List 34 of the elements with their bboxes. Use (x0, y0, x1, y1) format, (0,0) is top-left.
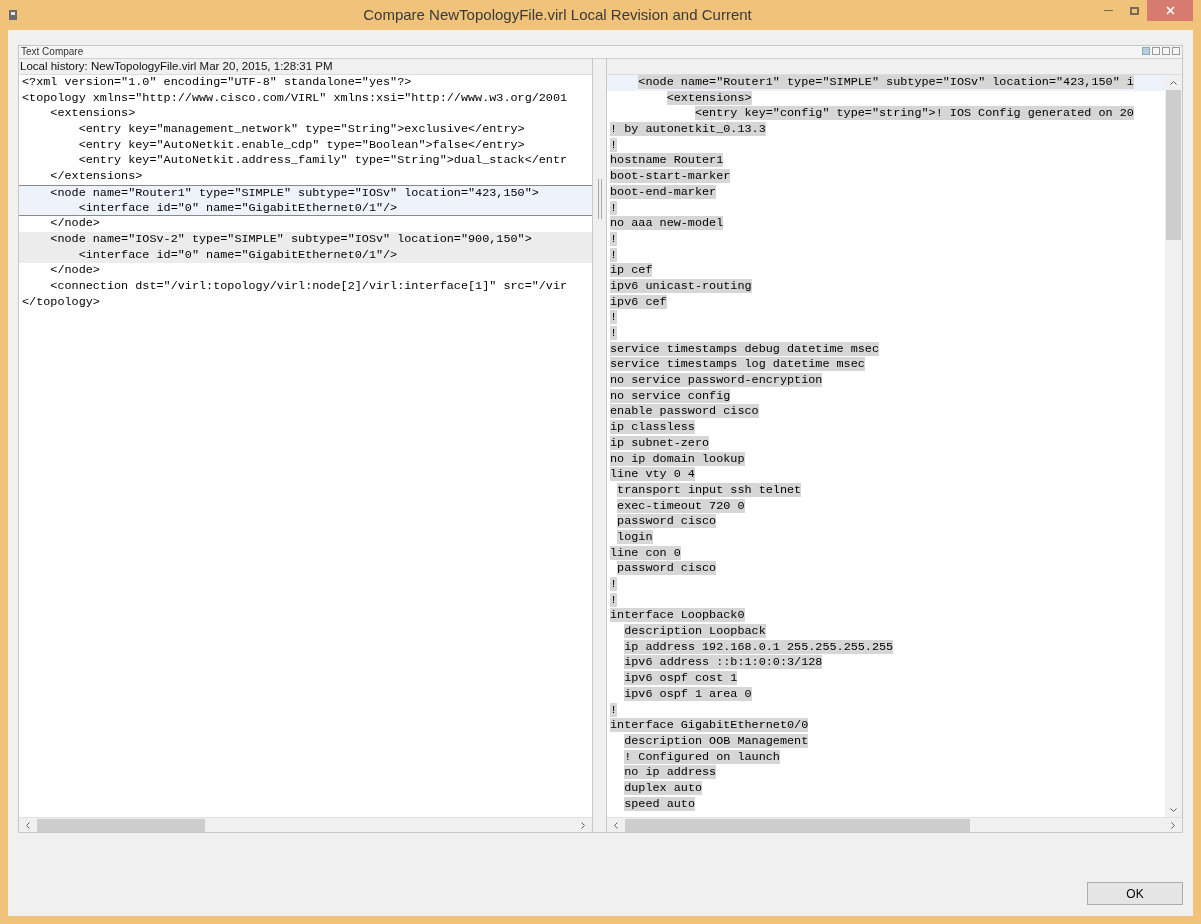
code-line: </node> (49, 263, 100, 278)
code-line: <node name="Router1" type="SIMPLE" subtype="IOSv" location="423,150"> (49, 185, 539, 200)
scroll-up-icon[interactable] (1170, 80, 1177, 85)
code-line: <node name="IOSv-2" type="SIMPLE" subtype="IOSv" location="900,150"> (49, 231, 532, 246)
vertical-scrollbar[interactable] (1165, 75, 1182, 817)
code-line: </topology> (22, 294, 100, 309)
code-line: <extensions> (49, 106, 136, 121)
code-line: <interface id="0" name="GigabitEthernet0/1"/> (77, 200, 398, 215)
scroll-thumb[interactable] (625, 818, 970, 832)
code-line: <connection dst="/virl:topology/virl:node[2]/virl:interface[1]" src="/vir (49, 278, 568, 293)
scroll-thumb[interactable] (1166, 90, 1181, 240)
scroll-down-icon[interactable] (1170, 807, 1177, 812)
code-line: <entry key="management_network" type="String">exclusive</entry> (77, 122, 525, 137)
code-line: <entry key="AutoNetkit.address_family" type="String">dual_stack</entr (77, 153, 568, 168)
code-line: <?xml version="1.0" encoding="UTF-8" standalone="yes"?> (22, 75, 412, 89)
code-line: </node> (49, 216, 100, 231)
code-line: <entry key="AutoNetkit.enable_cdp" type="Boolean">false</entry> (77, 137, 525, 152)
close-icon (1165, 6, 1175, 15)
code-line: <interface id="0" name="GigabitEthernet0/1"/> (77, 247, 398, 262)
horizontal-scrollbar[interactable] (19, 817, 592, 832)
ok-button[interactable]: OK (1087, 882, 1183, 905)
scroll-left-icon[interactable] (26, 821, 30, 829)
scroll-left-icon[interactable] (614, 821, 618, 829)
code-line: <topology xmlns="http://www.cisco.com/VIRL" xmlns:xsi="http://www.w3.org/2001 (22, 90, 568, 105)
close-button[interactable] (1147, 0, 1193, 21)
window-title: Compare NewTopologyFile.virl Local Revision and Current (363, 4, 752, 25)
scroll-right-icon[interactable] (1171, 821, 1175, 829)
code-line: </extensions> (49, 169, 143, 184)
scroll-right-icon[interactable] (581, 821, 585, 829)
app-icon (8, 8, 20, 22)
panel-title: Text Compare (20, 46, 84, 57)
scroll-thumb[interactable] (37, 818, 205, 832)
pane-header: Local history: NewTopologyFile.virl Mar 20, 2015, 1:28:31 PM (19, 58, 333, 74)
horizontal-scrollbar[interactable] (607, 817, 1182, 832)
